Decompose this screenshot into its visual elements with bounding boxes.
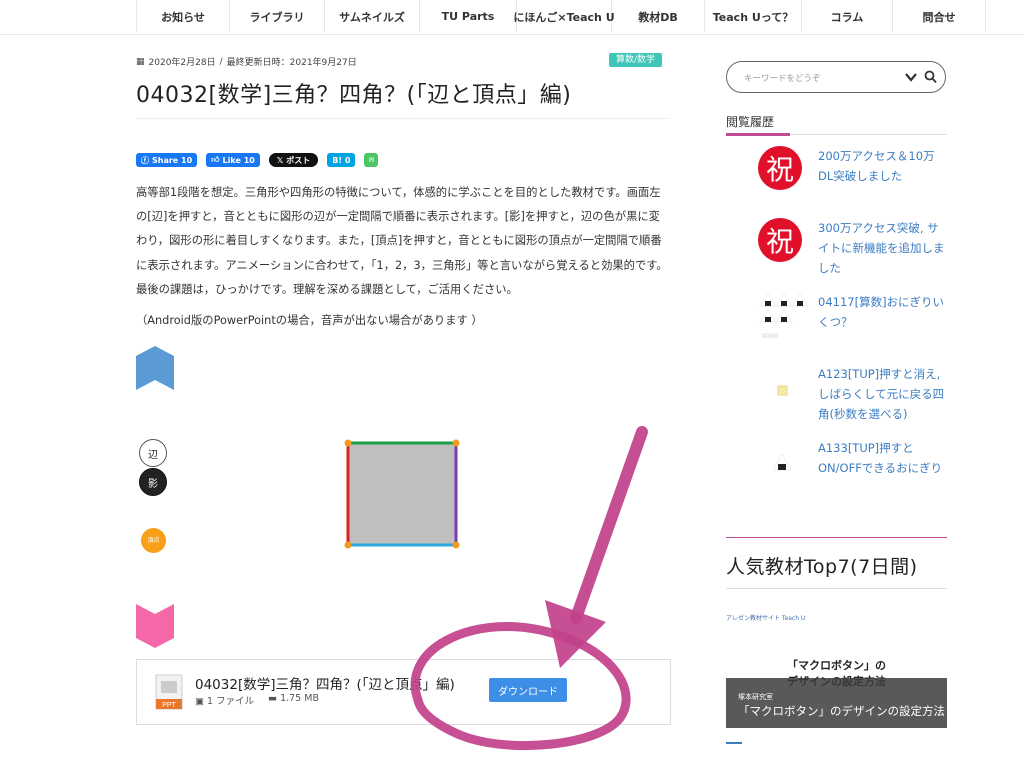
thumbs-up-icon: 👍︎ xyxy=(211,155,220,164)
svg-text:00000: 00000 xyxy=(762,334,779,340)
hen-button[interactable]: 辺 xyxy=(139,439,167,467)
download-button[interactable]: ダウンロード xyxy=(489,678,567,702)
kage-button[interactable]: 影 xyxy=(139,468,167,496)
history-link[interactable]: 200万アクセス＆10万DL突破しました xyxy=(818,146,948,186)
meta-separator: / xyxy=(219,56,223,67)
popular-card-caption: 「マクロボタン」のデザインの設定方法 xyxy=(738,704,945,718)
hatena-label: B! 0 xyxy=(332,155,351,165)
x-icon: 𝕏 xyxy=(276,155,284,165)
history-heading: 閲覧履歴 xyxy=(726,113,947,136)
square-thumb-icon xyxy=(777,385,788,396)
nav-item[interactable]: コラム xyxy=(802,0,893,33)
choten-button[interactable]: 頂点 xyxy=(141,528,166,553)
file-size: ▬ 1.75 MB xyxy=(268,693,319,704)
ppt-file-icon: PPT xyxy=(155,674,183,710)
file-count: ▣ 1 ファイル xyxy=(195,696,255,707)
nav-item[interactable]: にほんご×Teach U xyxy=(513,0,615,33)
history-item[interactable]: 祝 200万アクセス＆10万DL突破しました xyxy=(758,146,948,206)
calendar-icon: ▦ xyxy=(136,56,145,67)
facebook-like-button[interactable]: 👍︎ Like 10 xyxy=(206,153,260,167)
top-navigation: お知らせ ライブラリ サムネイルズ TU Parts にほんご×Teach U 教材DB T… xyxy=(0,0,1024,35)
search-icon[interactable] xyxy=(924,70,937,84)
onigiri-icon xyxy=(772,453,792,471)
drive-icon: ▬ xyxy=(268,693,281,704)
page-title: 04032[数学]三角？四角？(「辺と頂点」編) xyxy=(136,76,670,119)
post-description: 高等部1段階を想定。三角形や四角形の特徴について，体感的に学ぶことを目的とした教… xyxy=(136,186,668,296)
post-date: 2020年2月28日 xyxy=(148,58,216,68)
history-link[interactable]: A133[TUP]押すとON/OFFできるおにぎり xyxy=(818,438,948,478)
download-title[interactable]: 04032[数学]三角？四角？(「辺と頂点」編) xyxy=(195,673,455,693)
history-heading-label: 閲覧履歴 xyxy=(726,115,775,129)
category-badge[interactable]: 算数/数学 xyxy=(609,53,663,67)
facebook-share-label: Share 10 xyxy=(152,155,193,165)
history-link[interactable]: 300万アクセス突破, サイトに新機能を追加しました xyxy=(818,218,948,278)
popular-card-overlay: 塚本研究室 「マクロボタン」のデザインの設定方法 xyxy=(726,678,947,728)
nav-item[interactable]: 問合せ xyxy=(893,0,986,33)
popular-divider xyxy=(726,588,947,589)
history-item[interactable]: A123[TUP]押すと消え, しばらくして元に戻る四角(秒数を選べる) xyxy=(758,364,948,424)
square-shape xyxy=(344,439,460,549)
share-buttons: ⓕ Share 10 👍︎ Like 10 𝕏 ポスト B! 0 ✉ xyxy=(136,153,379,167)
file-icon: ▣ xyxy=(195,696,207,707)
bookmark-up-icon xyxy=(136,346,174,390)
android-note: （Android版のPowerPointの場合，音声が出ない場合があります ） xyxy=(136,314,483,327)
history-thumb: 祝 xyxy=(758,146,810,190)
nav-item[interactable]: 教材DB xyxy=(612,0,705,33)
hatena-bookmark-button[interactable]: B! 0 xyxy=(327,153,356,167)
history-heading-accent xyxy=(726,133,790,136)
pagination-dash xyxy=(726,742,742,744)
celebration-icon: 祝 xyxy=(758,146,802,190)
history-link[interactable]: 04117[算数]おにぎりいくつ？ xyxy=(818,292,948,332)
post-updated: 最終更新日時：2021年9月27日 xyxy=(226,58,357,68)
history-item[interactable]: 祝 300万アクセス突破, サイトに新機能を追加しました xyxy=(758,218,948,278)
ppt-label: PPT xyxy=(162,702,176,709)
download-box: PPT 04032[数学]三角？四角？(「辺と頂点」編) ▣ 1 ファイル ▬ … xyxy=(136,659,671,725)
history-item[interactable]: A133[TUP]押すとON/OFFできるおにぎり xyxy=(758,438,948,498)
search-input[interactable]: キーワードをどうぞ xyxy=(744,72,821,84)
onigiri-icon: 00000 xyxy=(759,293,809,340)
facebook-share-button[interactable]: ⓕ Share 10 xyxy=(136,153,198,167)
x-post-label: ポスト xyxy=(286,155,311,165)
nav-item[interactable]: お知らせ xyxy=(137,0,230,33)
history-item[interactable]: 00000 04117[算数]おにぎりいくつ？ xyxy=(758,292,948,352)
bookmark-down-icon xyxy=(136,604,174,648)
history-link[interactable]: A123[TUP]押すと消え, しばらくして元に戻る四角(秒数を選べる) xyxy=(818,364,948,424)
line-icon: ✉ xyxy=(368,156,375,164)
nav-item[interactable]: Teach Uって？ xyxy=(705,0,802,33)
nav-item[interactable]: サムネイルズ xyxy=(325,0,420,33)
popular-card[interactable]: アレゼン教材サイト Teach U 「マクロボタン」の デザインの設定方法 塚本… xyxy=(726,603,947,728)
chevron-down-icon[interactable] xyxy=(904,70,918,84)
popular-card-author: 塚本研究室 xyxy=(738,693,773,701)
history-thumb: 祝 xyxy=(758,218,810,262)
nav-item[interactable]: ライブラリ xyxy=(230,0,325,33)
nav-item[interactable]: TU Parts xyxy=(420,0,517,33)
facebook-like-label: Like 10 xyxy=(222,155,255,165)
x-post-button[interactable]: 𝕏 ポスト xyxy=(268,153,319,167)
section-divider xyxy=(726,537,947,538)
facebook-icon: ⓕ xyxy=(141,155,149,165)
line-share-button[interactable]: ✉ xyxy=(364,153,379,167)
search-box[interactable]: キーワードをどうぞ xyxy=(726,61,946,93)
post-meta: ▦ 2020年2月28日 / 最終更新日時：2021年9月27日 xyxy=(136,55,357,69)
download-info: ▣ 1 ファイル ▬ 1.75 MB xyxy=(195,693,319,707)
popular-heading: 人気教材Top7(7日間) xyxy=(726,556,918,578)
nav-menu: お知らせ ライブラリ サムネイルズ TU Parts にほんご×Teach U 教材DB T… xyxy=(136,0,986,33)
teachu-logo: アレゼン教材サイト Teach U xyxy=(726,615,806,622)
celebration-icon: 祝 xyxy=(758,218,802,262)
slide-preview: 辺 影 頂点 xyxy=(136,340,670,650)
